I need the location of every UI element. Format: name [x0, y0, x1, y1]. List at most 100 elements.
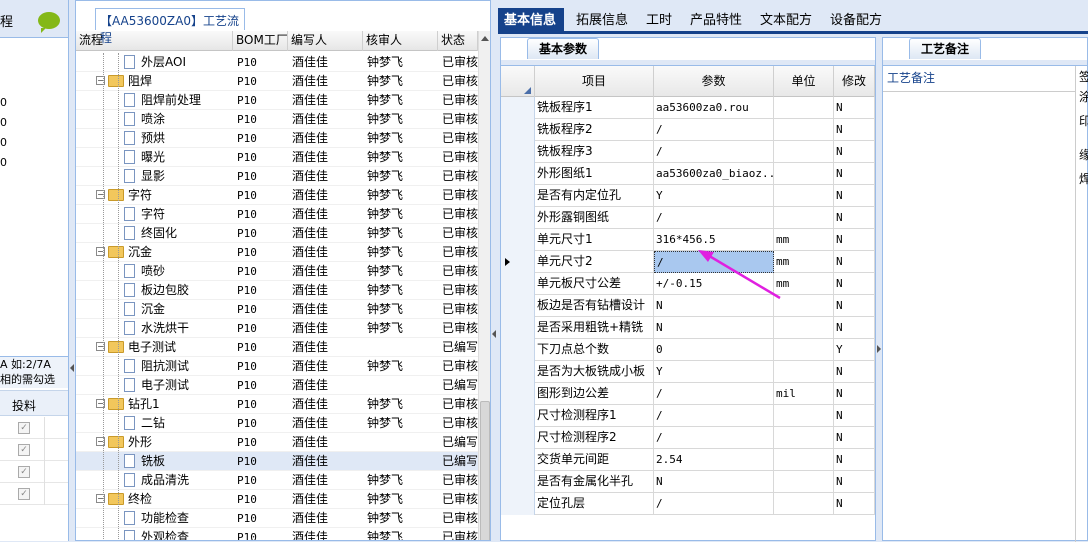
tree-group-row[interactable]: − 终检 P10 酒佳佳 钟梦飞 已审核	[76, 490, 478, 509]
tree-node[interactable]: 显影	[124, 167, 233, 186]
param-value-cell[interactable]: aa53600za0_biaoz...	[654, 163, 774, 185]
checkbox[interactable]: ✓	[18, 422, 30, 434]
splitter-middle[interactable]	[491, 0, 498, 541]
column-header[interactable]: 核审人	[363, 31, 438, 51]
column-header[interactable]: BOM工厂	[233, 31, 288, 51]
row-selector[interactable]	[501, 207, 535, 229]
row-selector[interactable]	[501, 97, 535, 119]
remark-textarea[interactable]	[885, 94, 1073, 534]
param-value-cell[interactable]: 0	[654, 339, 774, 361]
tree-group-row[interactable]: − 钻孔1 P10 酒佳佳 钟梦飞 已审核	[76, 395, 478, 414]
param-value-cell[interactable]: aa53600za0.rou	[654, 97, 774, 119]
row-selector[interactable]	[501, 427, 535, 449]
param-value-cell[interactable]: /	[654, 141, 774, 163]
param-row[interactable]: 铣板程序1 aa53600za0.rou N	[501, 97, 875, 119]
tree-node[interactable]: 沉金	[124, 300, 233, 319]
tree-node[interactable]: 电子测试	[124, 376, 233, 395]
tree-item-row[interactable]: 水洗烘干 P10 酒佳佳 钟梦飞 已审核	[76, 319, 478, 338]
param-row[interactable]: 定位孔层 / N	[501, 493, 875, 515]
param-row[interactable]: 尺寸检测程序2/ N	[501, 427, 875, 449]
tree-node[interactable]: 铣板	[124, 452, 233, 471]
tree-item-row[interactable]: 预烘 P10 酒佳佳 钟梦飞 已审核	[76, 129, 478, 148]
param-value-cell[interactable]: /	[654, 383, 774, 405]
tree-item-row[interactable]: 外层AOI P10 酒佳佳 钟梦飞 已审核	[76, 53, 478, 72]
tree-node[interactable]: 水洗烘干	[124, 319, 233, 338]
param-value-cell[interactable]: /	[654, 405, 774, 427]
column-header[interactable]: 参数	[654, 66, 774, 97]
tree-item-row[interactable]: 字符 P10 酒佳佳 钟梦飞 已审核	[76, 205, 478, 224]
tree-item-row[interactable]: 成品清洗 P10 酒佳佳 钟梦飞 已审核	[76, 471, 478, 490]
tree-node[interactable]: − 电子测试	[96, 338, 233, 357]
row-selector[interactable]	[501, 185, 535, 207]
feed-column-header[interactable]: 投料	[0, 390, 68, 416]
tree-node[interactable]: − 外形	[96, 433, 233, 452]
row-selector[interactable]	[501, 141, 535, 163]
param-row[interactable]: 板边是否有钻槽设计 N N	[501, 295, 875, 317]
param-row[interactable]: 交货单元间距 2.54 N	[501, 449, 875, 471]
tree-item-row[interactable]: 喷涂 P10 酒佳佳 钟梦飞 已审核	[76, 110, 478, 129]
tab-product-features[interactable]: 产品特性	[684, 8, 748, 34]
tree-item-row[interactable]: 阻焊前处理 P10 酒佳佳 钟梦飞 已审核	[76, 91, 478, 110]
param-value-cell[interactable]: /	[654, 119, 774, 141]
row-selector[interactable]	[501, 449, 535, 471]
row-selector[interactable]	[501, 361, 535, 383]
tree-node[interactable]: 二钻	[124, 414, 233, 433]
row-selector[interactable]	[501, 229, 535, 251]
list-item[interactable]: ✓	[0, 439, 68, 461]
row-selector[interactable]	[501, 251, 535, 273]
checkbox[interactable]: ✓	[18, 466, 30, 478]
row-selector[interactable]	[501, 383, 535, 405]
tree-node[interactable]: 成品清洗	[124, 471, 233, 490]
param-row[interactable]: 是否有金属化半孔 N N	[501, 471, 875, 493]
tree-item-row[interactable]: 功能检查 P10 酒佳佳 钟梦飞 已审核	[76, 509, 478, 528]
param-row[interactable]: 单元尺寸1 316*456.5 mm N	[501, 229, 875, 251]
tab-work-hours[interactable]: 工时	[640, 8, 678, 34]
column-header[interactable]: 编写人	[288, 31, 363, 51]
scroll-thumb[interactable]	[480, 401, 490, 540]
tree-node[interactable]: 字符	[124, 205, 233, 224]
param-row[interactable]: 是否为大板铣成小板 Y N	[501, 361, 875, 383]
param-row[interactable]: 下刀点总个数 0 Y	[501, 339, 875, 361]
param-value-cell[interactable]: Y	[654, 185, 774, 207]
tree-item-row[interactable]: 显影 P10 酒佳佳 钟梦飞 已审核	[76, 167, 478, 186]
param-value-cell[interactable]: N	[654, 295, 774, 317]
param-row[interactable]: 单元尺寸2/mm N	[501, 251, 875, 273]
param-row[interactable]: 铣板程序2/ N	[501, 119, 875, 141]
param-value-cell[interactable]: /	[654, 207, 774, 229]
tree-group-row[interactable]: − 阻焊 P10 酒佳佳 钟梦飞 已审核	[76, 72, 478, 91]
process-scrollbar[interactable]	[478, 31, 490, 540]
tree-item-row[interactable]: 喷砂 P10 酒佳佳 钟梦飞 已审核	[76, 262, 478, 281]
row-selector[interactable]	[501, 471, 535, 493]
tab-text-recipe[interactable]: 文本配方	[754, 8, 818, 34]
tab-extended-info[interactable]: 拓展信息	[570, 8, 634, 34]
row-selector[interactable]	[501, 273, 535, 295]
tree-node[interactable]: 阻焊前处理	[124, 91, 233, 110]
row-selector[interactable]	[501, 339, 535, 361]
tree-item-row[interactable]: 板边包胶 P10 酒佳佳 钟梦飞 已审核	[76, 281, 478, 300]
param-row[interactable]: 单元板尺寸公差 +/-0.15 mm N	[501, 273, 875, 295]
collapse-right-icon[interactable]	[877, 345, 881, 353]
tree-node[interactable]: − 字符	[96, 186, 233, 205]
param-row[interactable]: 是否有内定位孔 Y N	[501, 185, 875, 207]
tree-node[interactable]: 曝光	[124, 148, 233, 167]
param-row[interactable]: 外形露铜图纸 / N	[501, 207, 875, 229]
tree-item-row[interactable]: 沉金 P10 酒佳佳 钟梦飞 已审核	[76, 300, 478, 319]
tree-group-row[interactable]: − 字符 P10 酒佳佳 钟梦飞 已审核	[76, 186, 478, 205]
param-row[interactable]: 外形图纸1 aa53600za0_biaoz... N	[501, 163, 875, 185]
tree-item-row[interactable]: 曝光 P10 酒佳佳 钟梦飞 已审核	[76, 148, 478, 167]
param-row[interactable]: 是否采用粗铣+精铣 N N	[501, 317, 875, 339]
tree-group-row[interactable]: − 外形 P10 酒佳佳 已编写	[76, 433, 478, 452]
tree-node[interactable]: 外层AOI	[124, 53, 233, 72]
param-value-cell[interactable]: 2.54	[654, 449, 774, 471]
tree-item-row[interactable]: 终固化 P10 酒佳佳 钟梦飞 已审核	[76, 224, 478, 243]
column-header[interactable]: 修改	[834, 66, 875, 97]
param-row[interactable]: 尺寸检测程序1/ N	[501, 405, 875, 427]
row-selector[interactable]	[501, 405, 535, 427]
list-item[interactable]: ✓	[0, 483, 68, 505]
list-item[interactable]: ✓	[0, 461, 68, 483]
scroll-up-icon[interactable]	[481, 36, 489, 41]
tab-basic-info[interactable]: 基本信息	[498, 8, 564, 34]
checkbox[interactable]: ✓	[18, 444, 30, 456]
tree-node[interactable]: − 钻孔1	[96, 395, 233, 414]
param-value-cell[interactable]: 316*456.5	[654, 229, 774, 251]
